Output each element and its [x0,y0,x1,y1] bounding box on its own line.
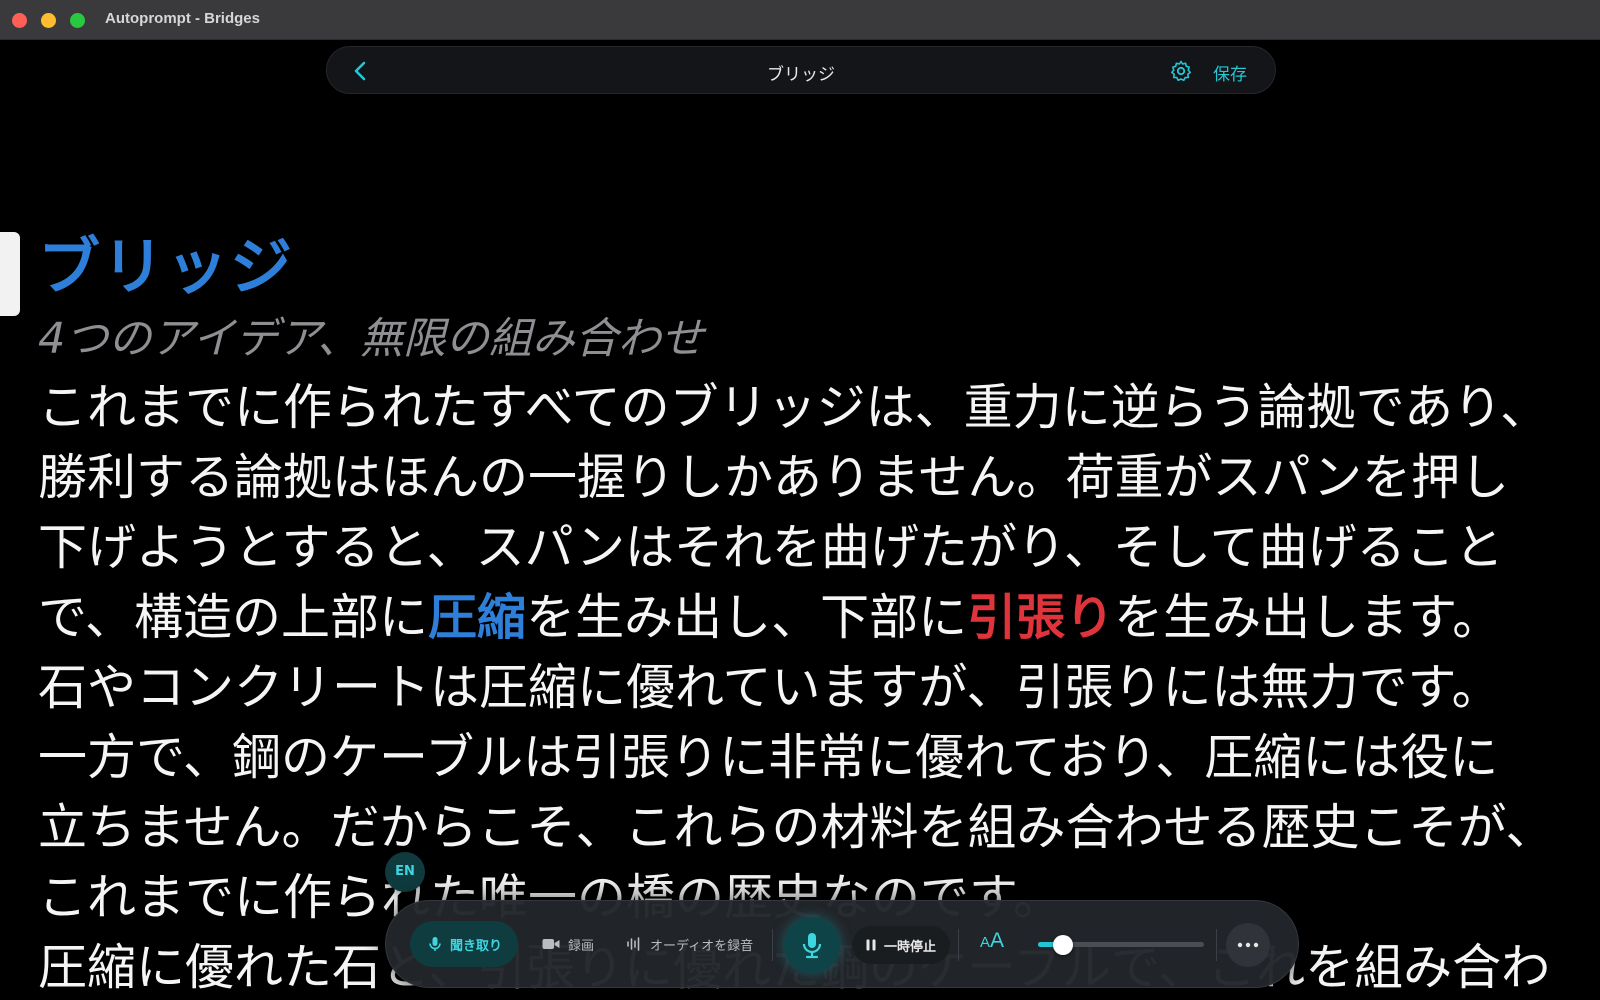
record-video-button[interactable]: 録画 [542,921,594,967]
waveform-icon [627,937,640,951]
close-window-button[interactable] [12,13,27,28]
script-line: 一方で、鋼のケーブルは引張りに非常に優れており、圧縮には役に [38,729,1499,786]
microphone-toggle-button[interactable] [784,917,840,973]
ellipsis-icon [1237,942,1259,948]
minimize-window-button[interactable] [41,13,56,28]
record-video-label: 録画 [568,938,595,954]
microphone-icon [802,933,822,959]
font-size-small-glyph: A [980,934,991,951]
top-nav-bar: ブリッジ 保存 [326,46,1276,94]
script-line: 勝利する論拠はほんの一握りしかありません。荷重がスパンを押し [38,449,1509,506]
document-subtitle: 4つのアイデア、無限の組み合わせ [38,314,704,364]
pause-label: 一時停止 [884,939,937,955]
script-line: 立ちません。だからこそ、これらの材料を組み合わせる歴史こそが、 [38,799,1555,856]
script-line: 下げようとすると、スパンはそれを曲げたがり、そして曲げること [38,519,1504,576]
zoom-window-button[interactable] [70,13,85,28]
gear-icon [1171,60,1191,82]
more-options-button[interactable] [1226,923,1270,967]
prompter-content: ブリッジ 4つのアイデア、無限の組み合わせ これまでに作られたすべてのブリッジは… [38,225,1578,1000]
language-badge[interactable]: EN [385,852,425,892]
reading-position-marker[interactable] [0,232,20,316]
scroll-speed-slider[interactable] [1038,935,1204,955]
page-title: ブリッジ [767,65,835,85]
app-window: Autoprompt - Bridges ブリッジ 保存 ブリッジ 4つのアイデ… [0,0,1600,1000]
highlight-compression: 圧縮 [428,589,527,646]
record-audio-label: オーディオを録音 [650,938,754,954]
script-text: で、構造の上部に [38,589,429,646]
video-camera-icon [542,939,560,949]
document-title: ブリッジ [38,230,295,303]
listen-mode-label: 聞き取り [450,938,503,954]
pause-icon [866,939,876,951]
window-title: Autoprompt - Bridges [105,10,260,27]
font-size-large-glyph: A [990,929,1005,952]
font-size-button[interactable]: AA [980,929,1004,953]
script-line: これまでに作られたすべてのブリッジは、重力に逆らう論拠であり、 [38,379,1550,436]
settings-button[interactable] [1169,59,1193,83]
script-text: を生み出します。 [1114,589,1502,646]
pause-button[interactable]: 一時停止 [852,926,951,964]
control-divider [1216,929,1217,961]
script-line: 石やコンクリートは圧縮に優れていますが、引張りには無力です。 [38,659,1501,716]
script-text: を生み出し、下部に [526,589,968,646]
slider-thumb[interactable] [1052,935,1073,955]
control-divider [772,929,773,961]
listen-mode-button[interactable]: 聞き取り [410,921,519,967]
script-line: で、構造の上部に圧縮を生み出し、下部に引張りを生み出します。 [38,583,1578,653]
title-bar: Autoprompt - Bridges [0,0,1600,40]
control-divider [958,929,959,961]
save-button[interactable]: 保存 [1213,60,1247,85]
playback-control-bar: 聞き取り 録画 オーディオを録音 一時停止 AA [385,900,1299,988]
highlight-tension: 引張り [967,589,1115,646]
record-audio-button[interactable]: オーディオを録音 [626,921,753,967]
microphone-icon [429,937,441,951]
